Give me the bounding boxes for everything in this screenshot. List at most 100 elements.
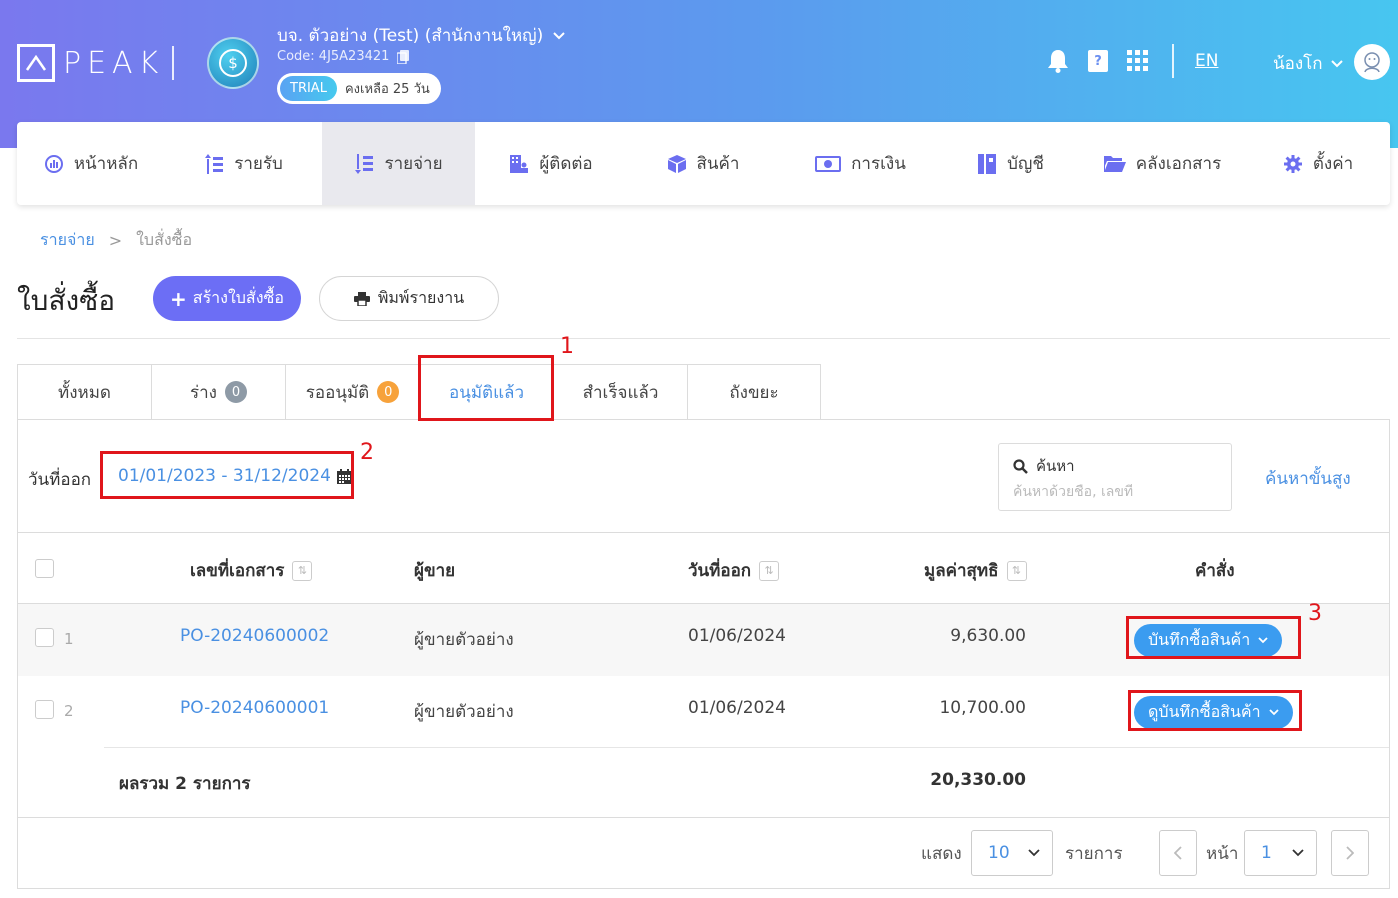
annotation-number-1: 1	[560, 334, 574, 359]
print-report-button[interactable]: พิมพ์รายงาน	[319, 276, 499, 321]
nav-label: บัญชี	[1007, 154, 1044, 174]
breadcrumb-separator: >	[108, 231, 123, 250]
sort-icon[interactable]: ⇅	[759, 560, 780, 581]
per-page-label-wrap: แสดง	[921, 830, 962, 876]
annotation-box-approved-tab	[418, 355, 554, 421]
row-checkbox[interactable]	[35, 628, 54, 647]
tab-trash[interactable]: ถังขยะ	[687, 364, 821, 420]
nav-item-settings[interactable]: ตั้งค่า	[1246, 122, 1390, 205]
tab-completed[interactable]: สำเร็จแล้ว	[553, 364, 687, 420]
nav-label: สินค้า	[696, 154, 740, 174]
breadcrumb-parent[interactable]: รายจ่าย	[40, 228, 95, 253]
language-switch[interactable]: EN	[1195, 51, 1218, 71]
annotation-number-3: 3	[1308, 601, 1322, 626]
net-value: 10,700.00	[939, 698, 1026, 718]
column-doc-no[interactable]: เลขที่เอกสาร ⇅	[190, 557, 313, 584]
bell-icon[interactable]	[1047, 44, 1069, 78]
total-value: 20,330.00	[930, 770, 1026, 790]
nav-item-finance[interactable]: การเงิน	[779, 122, 942, 205]
row-number: 1	[64, 630, 74, 648]
nav-label: คลังเอกสาร	[1135, 154, 1222, 174]
tab-awaiting-approval[interactable]: รออนุมัติ 0	[285, 364, 419, 420]
svg-text:?: ?	[1094, 54, 1102, 69]
page-dropdown[interactable]: 1	[1244, 830, 1317, 876]
nav-label: รายจ่าย	[384, 154, 443, 174]
trial-badge: TRIAL	[280, 76, 337, 101]
row-checkbox[interactable]	[35, 700, 54, 719]
chevron-right-icon	[1346, 846, 1354, 860]
doc-no-link[interactable]: PO-20240600002	[180, 626, 329, 646]
select-all-checkbox[interactable]	[35, 559, 54, 578]
chevron-down-icon	[553, 31, 565, 39]
user-avatar[interactable]	[1354, 44, 1390, 80]
search-input[interactable]	[1013, 484, 1213, 500]
main-navigation: หน้าหลัก รายรับ รายจ่าย ผู้ติดต่อ สินค้า…	[17, 122, 1390, 205]
nav-item-documents[interactable]: คลังเอกสาร	[1079, 122, 1246, 205]
income-icon	[204, 153, 224, 174]
total-label: ผลรวม 2 รายการ	[119, 774, 251, 794]
dollar-coin-icon: $	[219, 49, 247, 77]
nav-item-accounting[interactable]: บัญชี	[942, 122, 1079, 205]
tab-label: ถังขยะ	[729, 382, 779, 403]
nav-item-products[interactable]: สินค้า	[627, 122, 779, 205]
doc-no-link[interactable]: PO-20240600001	[180, 698, 329, 718]
logo-divider	[172, 46, 174, 80]
create-purchase-order-button[interactable]: + สร้างใบสั่งซื้อ	[153, 276, 301, 321]
sort-icon[interactable]: ⇅	[292, 560, 313, 581]
nav-item-dashboard[interactable]: หน้าหลัก	[17, 122, 165, 205]
search-box[interactable]: ค้นหา	[998, 443, 1232, 511]
count-badge: 0	[377, 381, 400, 403]
tab-label: ร่าง	[190, 382, 217, 403]
copy-icon[interactable]	[397, 49, 410, 64]
next-page-button[interactable]	[1331, 830, 1369, 876]
sort-icon[interactable]: ⇅	[1006, 560, 1027, 581]
contacts-icon	[509, 154, 529, 174]
user-menu[interactable]: น้องโก	[1273, 50, 1343, 77]
page-value: 1	[1261, 843, 1272, 863]
tab-label: รออนุมัติ	[305, 382, 370, 403]
next-page-wrap	[1331, 830, 1369, 876]
column-issue-date[interactable]: วันที่ออก ⇅	[688, 557, 780, 584]
chevron-down-icon	[1330, 59, 1343, 67]
user-name: น้องโก	[1273, 54, 1323, 74]
help-book-icon[interactable]: ?	[1087, 44, 1109, 78]
trial-status[interactable]: TRIAL คงเหลือ 25 วัน	[277, 73, 441, 104]
print-label: พิมพ์รายงาน	[377, 288, 465, 307]
page-label-wrap: หน้า	[1206, 830, 1238, 876]
peak-logo[interactable]: PEAK	[17, 44, 164, 82]
company-code: Code: 4J5A23421	[277, 49, 410, 64]
show-label: แสดง	[921, 843, 962, 864]
annotation-box-date-range	[100, 451, 354, 499]
column-issue-date-label: วันที่ออก	[688, 561, 752, 581]
nav-item-expense[interactable]: รายจ่าย	[322, 122, 475, 205]
company-code-text: Code: 4J5A23421	[277, 49, 390, 64]
apps-grid-icon[interactable]	[1127, 44, 1149, 78]
advanced-search-link[interactable]: ค้นหาขั้นสูง	[1265, 465, 1351, 492]
vendor-name: ผู้ขายตัวอย่าง	[414, 630, 514, 650]
logo-text: PEAK	[63, 45, 165, 81]
items-label-wrap: รายการ	[1065, 830, 1123, 876]
logo-mark-icon	[17, 44, 55, 82]
dashboard-icon	[44, 154, 64, 174]
prev-page-button[interactable]	[1159, 830, 1197, 876]
column-vendor-label: ผู้ขาย	[414, 561, 456, 581]
page-label: หน้า	[1206, 843, 1239, 864]
per-page-dropdown[interactable]: 10	[971, 830, 1053, 876]
breadcrumb-current: ใบสั่งซื้อ	[136, 230, 193, 249]
tab-draft[interactable]: ร่าง 0	[151, 364, 285, 420]
page-select[interactable]: 1	[1244, 830, 1317, 876]
nav-label: การเงิน	[851, 154, 906, 174]
money-icon	[815, 154, 842, 174]
company-switcher[interactable]: บจ. ตัวอย่าง (Test) (สำนักงานใหญ่)	[277, 22, 565, 49]
nav-item-contacts[interactable]: ผู้ติดต่อ	[475, 122, 627, 205]
annotation-box-record-purchase	[1126, 616, 1301, 659]
column-net-value[interactable]: มูลค่าสุทธิ ⇅	[924, 557, 1027, 584]
search-icon	[1013, 458, 1028, 474]
per-page-select[interactable]: 10	[971, 830, 1053, 876]
box-icon	[667, 154, 687, 174]
per-page-value: 10	[988, 843, 1010, 863]
nav-item-income[interactable]: รายรับ	[165, 122, 322, 205]
tab-all[interactable]: ทั้งหมด	[17, 364, 151, 420]
company-avatar[interactable]: $	[207, 37, 259, 89]
expense-icon	[354, 153, 374, 174]
